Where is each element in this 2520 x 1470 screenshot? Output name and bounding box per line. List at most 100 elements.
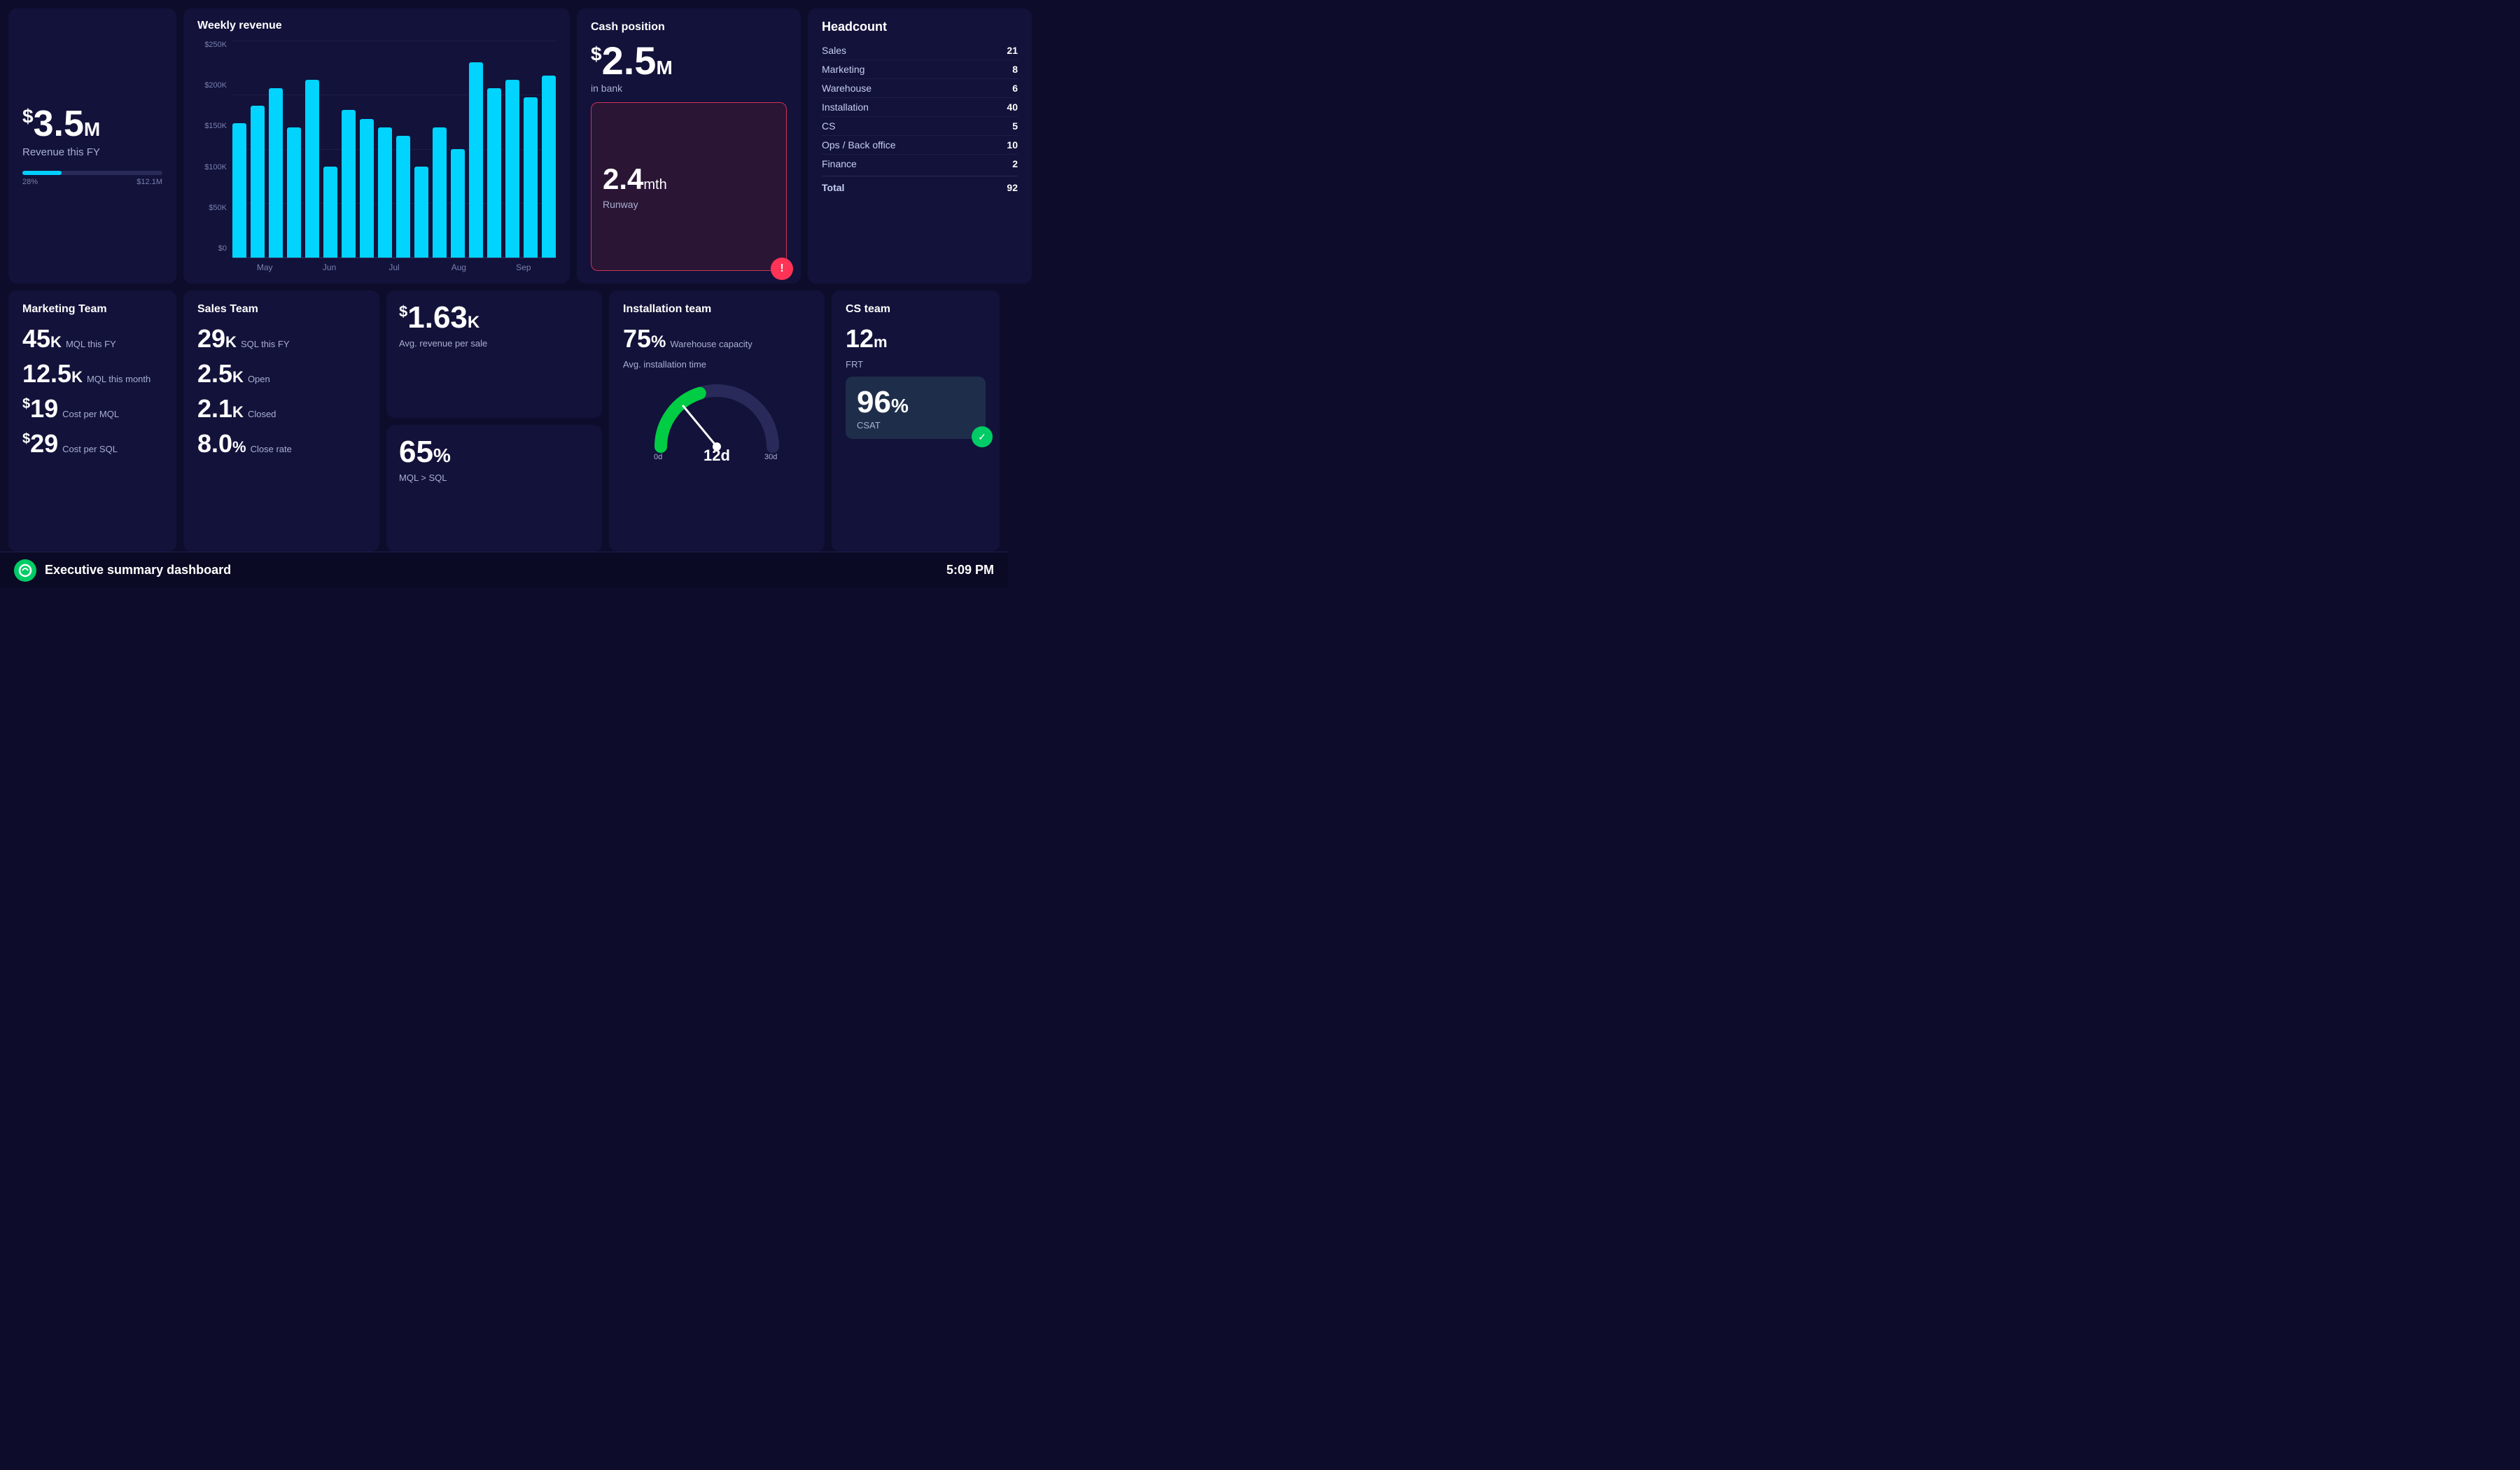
headcount-count: 2 [1012,158,1018,169]
chart-area: $250K$200K$150K$100K$50K$0 MayJunJulAugS… [197,41,556,272]
bar [451,149,465,258]
headcount-row: Ops / Back office 10 [822,136,1018,155]
y-axis-label: $0 [197,244,227,253]
bar [505,80,519,258]
bar [360,119,374,258]
headcount-count: 40 [1007,102,1018,113]
cs-title: CS team [846,303,986,316]
mql-fy-row: 45K MQL this FY [22,324,162,354]
bar [524,97,538,258]
headcount-row: Finance 2 [822,155,1018,173]
runway-label: Runway [603,199,775,210]
csat-label: CSAT [857,420,974,430]
closed-row: 2.1K Closed [197,394,365,424]
cash-amount: $2.5M [591,39,787,83]
y-axis: $250K$200K$150K$100K$50K$0 [197,41,227,272]
headcount-name: Ops / Back office [822,139,896,150]
headcount-card: Headcount Sales21Marketing8Warehouse6Ins… [808,8,1032,284]
x-axis-label: Aug [426,262,491,272]
bar [232,123,246,258]
headcount-name: Warehouse [822,83,872,94]
warehouse-row: 75% Warehouse capacity [623,324,811,354]
headcount-name: Finance [822,158,857,169]
bar [251,106,265,258]
headcount-total-num: 92 [1007,182,1018,193]
headcount-count: 10 [1007,139,1018,150]
mql-month-row: 12.5K MQL this month [22,359,162,388]
svg-text:0d: 0d [654,453,662,461]
y-axis-label: $250K [197,41,227,49]
revenue-amount: $3.5M [22,106,162,142]
bar [433,127,447,258]
bar [342,110,356,258]
cs-card: CS team 12m FRT 96% CSAT ✓ [832,290,1000,552]
gauge-svg: 0d 30d [647,377,787,454]
bar [396,136,410,258]
bars-container: MayJunJulAugSep [232,41,556,272]
footer-left: Executive summary dashboard [14,559,231,582]
y-axis-label: $100K [197,163,227,172]
x-axis-label: Jun [297,262,361,272]
headcount-row: Warehouse6 [822,79,1018,98]
footer-bar: Executive summary dashboard 5:09 PM [0,552,1008,588]
headcount-name: Installation [822,102,869,113]
avg-revenue-amount: $1.63K [399,300,589,335]
mql-sql-label: MQL > SQL [399,472,589,483]
headcount-total-label: Total [822,182,844,193]
headcount-title: Headcount [822,20,1018,34]
chart-title: Weekly revenue [197,20,556,32]
bar [287,127,301,258]
runway-box: 2.4mth Runway ! [591,102,787,271]
frt-row: 12m [846,324,986,354]
headcount-count: 21 [1007,45,1018,56]
csat-check-icon: ✓ [972,426,993,447]
x-axis-label: Sep [491,262,556,272]
runway-value: 2.4mth [603,162,775,196]
sales-card: Sales Team 29K SQL this FY 2.5K Open 2.1… [183,290,379,552]
bars-area [232,41,556,258]
bottom-section: Marketing Team 45K MQL this FY 12.5K MQL… [0,287,1008,552]
gauge-container: 0d 30d 12d [623,377,811,465]
progress-bg [22,171,162,175]
avg-installation-label: Avg. installation time [623,359,811,370]
close-rate-row: 8.0% Close rate [197,429,365,458]
headcount-name: CS [822,120,835,132]
headcount-row: Marketing8 [822,60,1018,79]
open-row: 2.5K Open [197,359,365,388]
avg-revenue-label: Avg. revenue per sale [399,338,589,349]
headcount-name: Sales [822,45,846,56]
x-axis-label: Jul [362,262,426,272]
svg-text:30d: 30d [764,453,777,461]
logo-icon [14,559,36,582]
footer-title: Executive summary dashboard [45,563,231,578]
bar [542,76,556,258]
y-axis-label: $50K [197,204,227,212]
revenue-card: $3.5M Revenue this FY 28% $12.1M [8,8,176,284]
revenue-progress: 28% $12.1M [22,171,162,186]
marketing-card: Marketing Team 45K MQL this FY 12.5K MQL… [8,290,176,552]
bar [323,167,337,258]
csat-value: 96% [857,385,974,420]
frt-label: FRT [846,359,986,370]
headcount-count: 5 [1012,120,1018,132]
installation-title: Installation team [623,303,811,316]
y-axis-label: $150K [197,122,227,130]
headcount-row: Installation 40 [822,98,1018,117]
x-axis: MayJunJulAugSep [232,262,556,272]
x-axis-label: May [232,262,297,272]
bar [469,62,483,258]
progress-labels: 28% $12.1M [22,178,162,186]
bar [269,88,283,258]
dashboard: $3.5M Revenue this FY 28% $12.1M Weekly … [0,0,1008,588]
alert-icon: ! [771,258,793,280]
cost-mql-row: $19 Cost per MQL [22,394,162,424]
mql-sql-card: 65% MQL > SQL [386,425,602,552]
top-section: $3.5M Revenue this FY 28% $12.1M Weekly … [0,0,1008,287]
footer-time: 5:09 PM [946,563,994,578]
marketing-title: Marketing Team [22,303,162,316]
sql-fy-row: 29K SQL this FY [197,324,365,354]
headcount-count: 8 [1012,64,1018,75]
middle-bottom: $1.63K Avg. revenue per sale 65% MQL > S… [386,290,602,552]
sales-title: Sales Team [197,303,365,316]
csat-box: 96% CSAT ✓ [846,377,986,439]
